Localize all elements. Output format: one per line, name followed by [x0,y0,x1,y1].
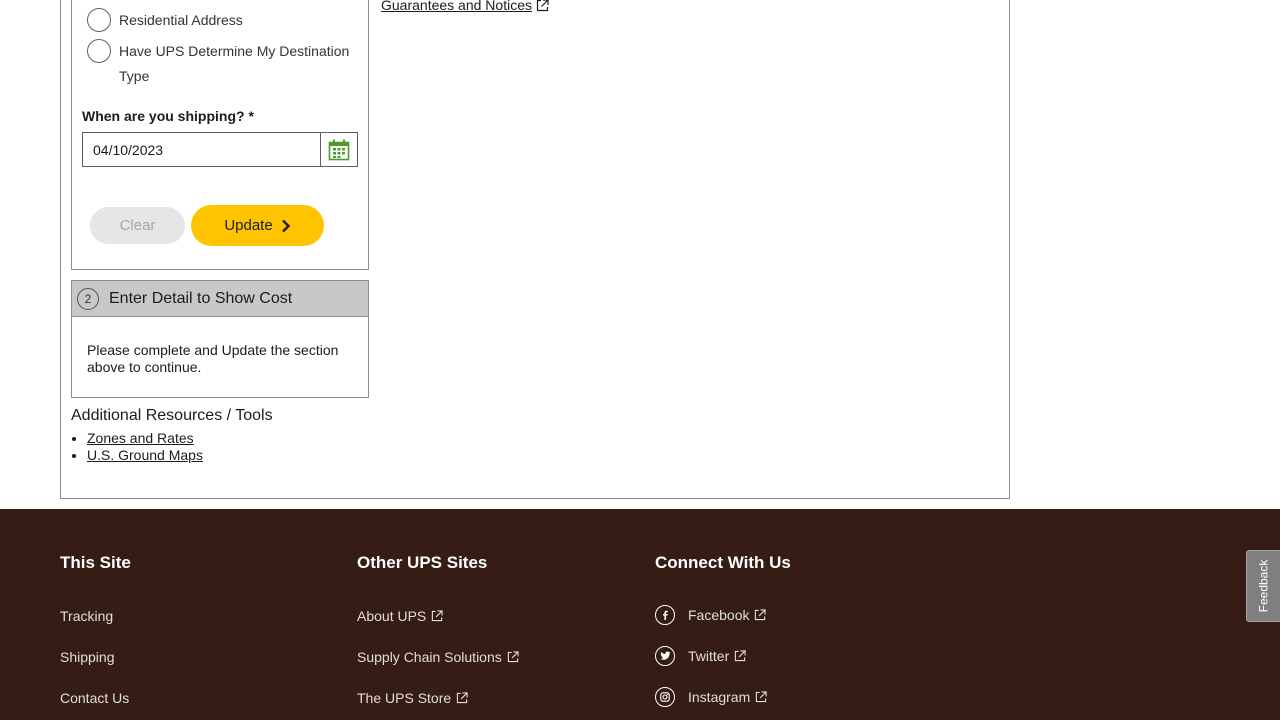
twitter-icon [655,646,675,666]
footer-heading-this-site: This Site [60,553,131,572]
resources-list: Zones and Rates U.S. Ground Maps [87,430,203,464]
external-link-icon [456,692,468,704]
footer-link-about-ups-label: About UPS [357,608,427,624]
external-link-icon [756,691,767,703]
step-2-header: 2 Enter Detail to Show Cost [72,281,368,317]
external-link-icon [507,651,519,663]
instagram-icon [655,687,675,707]
ups-determine-option[interactable]: Have UPS Determine My Destination Type [87,39,351,89]
external-link-icon [735,650,746,662]
step-2-message: Please complete and Update the section a… [87,342,339,375]
footer-link-supply-chain[interactable]: Supply Chain Solutions [357,649,519,665]
site-footer: This Site Tracking Shipping Contact Us O… [0,509,1280,720]
footer-link-twitter[interactable]: Twitter [655,646,746,666]
footer-link-supply-chain-label: Supply Chain Solutions [357,649,502,665]
ground-maps-link[interactable]: U.S. Ground Maps [87,447,203,463]
radio-residential[interactable] [87,8,111,32]
shipping-date-field [82,132,358,167]
step-2-panel: 2 Enter Detail to Show Cost Please compl… [71,280,369,398]
resources-title: Additional Resources / Tools [71,407,273,424]
footer-link-contact-us[interactable]: Contact Us [60,690,129,706]
external-link-icon [432,610,443,622]
external-link-icon [755,609,767,621]
footer-link-ups-store[interactable]: The UPS Store [357,690,468,706]
clear-button[interactable]: Clear [90,207,185,244]
update-button[interactable]: Update [191,205,324,246]
shipping-date-label: When are you shipping? * [82,108,254,124]
zones-and-rates-link[interactable]: Zones and Rates [87,430,194,446]
footer-link-about-ups[interactable]: About UPS [357,608,443,624]
footer-link-facebook[interactable]: Facebook [655,605,767,625]
external-link-icon [536,0,549,11]
guarantees-notices-label: Guarantees and Notices [381,0,532,13]
footer-link-facebook-label: Facebook [688,607,750,623]
guarantees-notices-link[interactable]: Guarantees and Notices [381,0,549,13]
step-2-title: Enter Detail to Show Cost [109,289,293,307]
footer-link-shipping[interactable]: Shipping [60,649,115,665]
footer-heading-other-sites: Other UPS Sites [357,553,488,572]
calendar-button[interactable] [320,133,357,166]
footer-heading-connect: Connect With Us [655,553,791,572]
footer-link-instagram[interactable]: Instagram [655,687,767,707]
radio-residential-label: Residential Address [119,12,243,28]
footer-link-twitter-label: Twitter [688,648,730,664]
list-item: U.S. Ground Maps [87,447,203,464]
calendar-icon [328,139,350,160]
radio-ups-determine[interactable] [87,39,111,63]
facebook-icon [655,605,675,625]
feedback-tab-label: Feedback [1256,559,1271,613]
radio-ups-determine-label: Have UPS Determine My Destination Type [119,43,350,84]
footer-link-instagram-label: Instagram [688,689,751,705]
list-item: Zones and Rates [87,430,203,447]
footer-link-ups-store-label: The UPS Store [357,690,452,706]
residential-address-option[interactable]: Residential Address [87,8,351,33]
step-number-badge: 2 [77,287,99,310]
shipping-date-input[interactable] [83,133,320,166]
chevron-right-icon [281,219,290,232]
update-button-label: Update [224,217,273,234]
footer-link-tracking[interactable]: Tracking [60,608,113,624]
feedback-tab[interactable]: Feedback [1246,550,1280,622]
